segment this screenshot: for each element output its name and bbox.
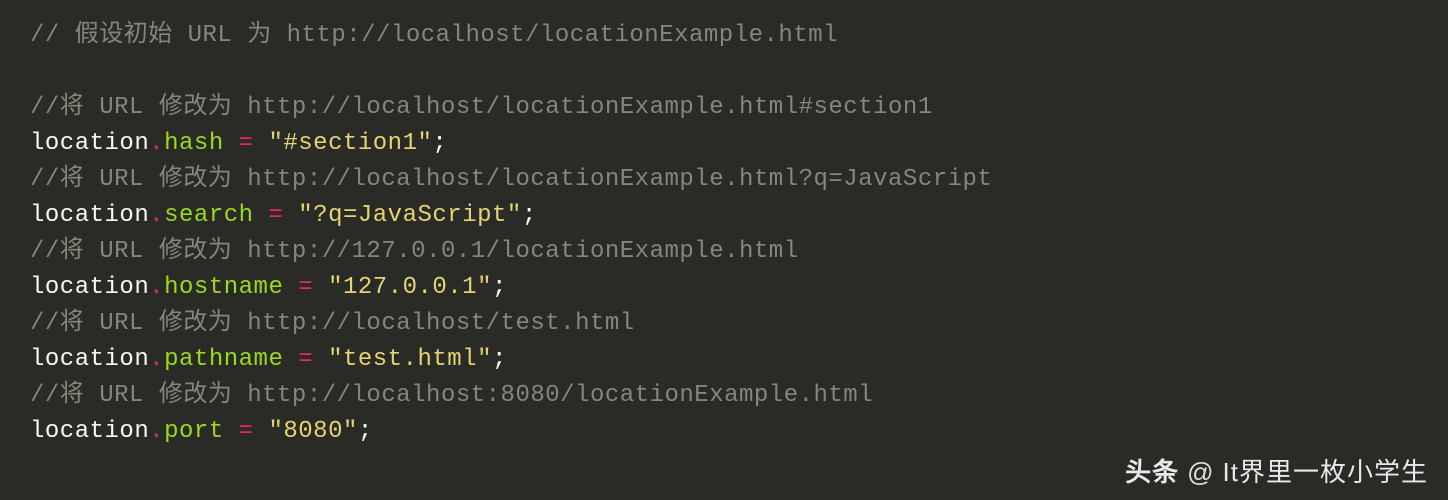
code-semicolon: ; <box>358 418 373 445</box>
code-dot: . <box>149 202 164 229</box>
watermark-author: It界里一枚小学生 <box>1223 453 1428 492</box>
code-dot: . <box>149 130 164 157</box>
code-string: "test.html" <box>328 346 492 373</box>
code-string: "#section1" <box>268 130 432 157</box>
code-semicolon: ; <box>432 130 447 157</box>
code-object: location <box>30 418 149 445</box>
code-operator: = <box>268 202 283 229</box>
watermark: 头条 @ It界里一枚小学生 <box>1125 453 1428 492</box>
code-property: search <box>164 202 253 229</box>
code-object: location <box>30 130 149 157</box>
code-dot: . <box>149 346 164 373</box>
code-property: port <box>164 418 224 445</box>
watermark-at: @ <box>1187 453 1214 492</box>
code-line: location.port = "8080"; <box>30 414 1418 450</box>
code-operator: = <box>298 274 313 301</box>
code-semicolon: ; <box>492 346 507 373</box>
code-comment: //将 URL 修改为 http://localhost/test.html <box>30 310 635 337</box>
code-comment: //将 URL 修改为 http://localhost:8080/locati… <box>30 382 873 409</box>
code-semicolon: ; <box>492 274 507 301</box>
code-object: location <box>30 346 149 373</box>
code-semicolon: ; <box>522 202 537 229</box>
code-line: location.hash = "#section1"; <box>30 126 1418 162</box>
code-line: location.hostname = "127.0.0.1"; <box>30 270 1418 306</box>
code-dot: . <box>149 274 164 301</box>
code-operator: = <box>239 418 254 445</box>
code-line: //将 URL 修改为 http://localhost:8080/locati… <box>30 378 1418 414</box>
code-comment: // 假设初始 URL 为 http://localhost/locationE… <box>30 22 838 49</box>
code-property: hash <box>164 130 224 157</box>
code-comment: //将 URL 修改为 http://127.0.0.1/locationExa… <box>30 238 799 265</box>
code-line: location.search = "?q=JavaScript"; <box>30 198 1418 234</box>
code-line: //将 URL 修改为 http://127.0.0.1/locationExa… <box>30 234 1418 270</box>
code-comment: //将 URL 修改为 http://localhost/locationExa… <box>30 166 992 193</box>
code-string: "?q=JavaScript" <box>298 202 522 229</box>
code-dot: . <box>149 418 164 445</box>
code-string: "127.0.0.1" <box>328 274 492 301</box>
code-line: location.pathname = "test.html"; <box>30 342 1418 378</box>
code-line: // 假设初始 URL 为 http://localhost/locationE… <box>30 18 1418 54</box>
code-object: location <box>30 202 149 229</box>
watermark-label: 头条 <box>1125 453 1179 492</box>
code-block: // 假设初始 URL 为 http://localhost/locationE… <box>30 18 1418 450</box>
code-operator: = <box>298 346 313 373</box>
code-line: //将 URL 修改为 http://localhost/test.html <box>30 306 1418 342</box>
code-operator: = <box>239 130 254 157</box>
code-line: //将 URL 修改为 http://localhost/locationExa… <box>30 90 1418 126</box>
code-property: hostname <box>164 274 283 301</box>
code-comment: //将 URL 修改为 http://localhost/locationExa… <box>30 94 933 121</box>
code-property: pathname <box>164 346 283 373</box>
code-string: "8080" <box>268 418 357 445</box>
code-line: //将 URL 修改为 http://localhost/locationExa… <box>30 162 1418 198</box>
code-line <box>30 54 1418 90</box>
code-object: location <box>30 274 149 301</box>
